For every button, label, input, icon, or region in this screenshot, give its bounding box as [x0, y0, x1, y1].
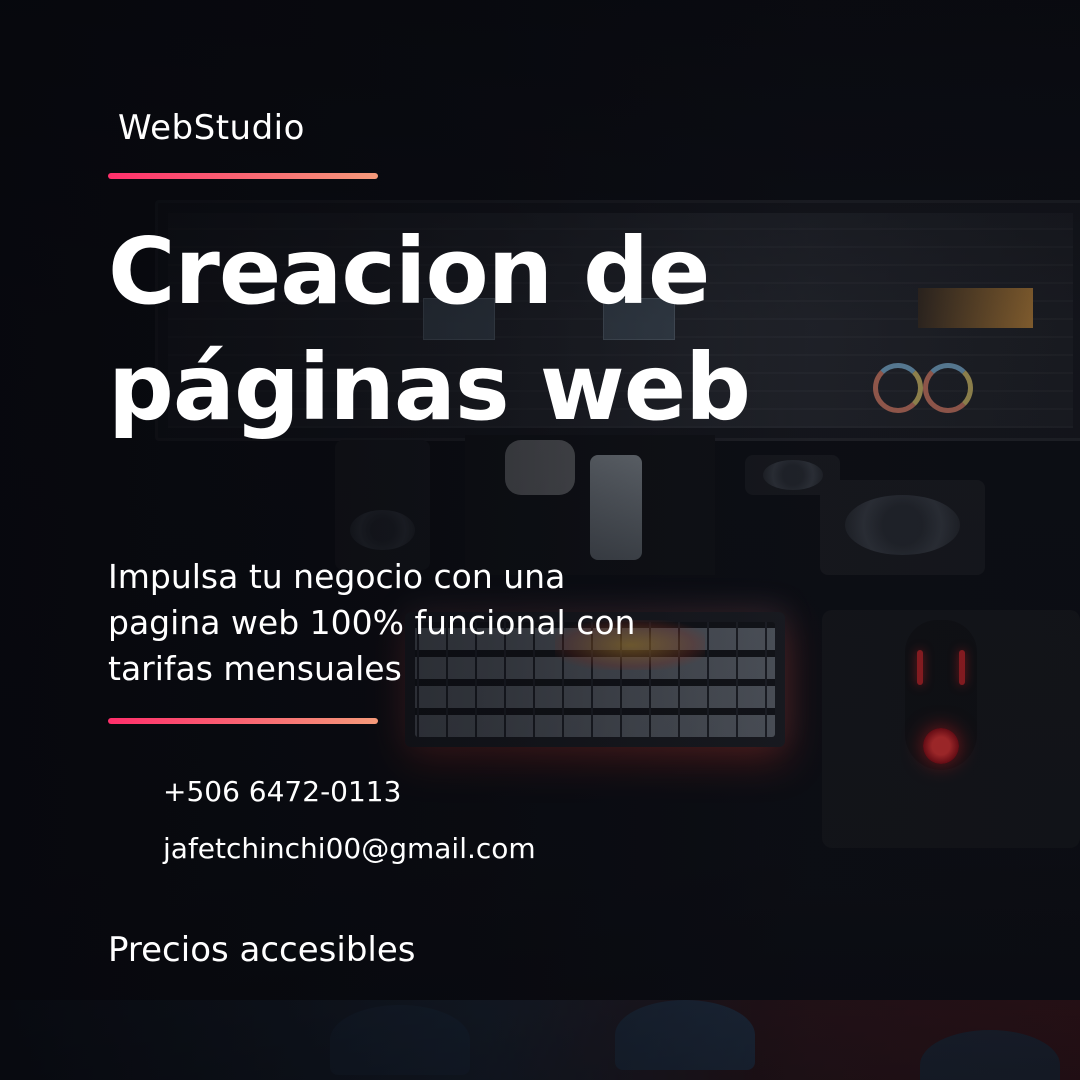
tagline-line: tarifas mensuales — [108, 649, 402, 688]
tagline-line: pagina web 100% funcional con — [108, 603, 636, 642]
headline: Creacion de páginas web — [108, 214, 868, 446]
poster: WebStudio Creacion de páginas web Impuls… — [0, 0, 1080, 1080]
phone-number: +506 6472-0113 — [163, 775, 402, 808]
brand-name: WebStudio — [118, 108, 305, 148]
accent-divider — [108, 718, 378, 724]
tagline-line: Impulsa tu negocio con una — [108, 557, 566, 596]
tagline: Impulsa tu negocio con una pagina web 10… — [108, 554, 688, 692]
accent-divider — [108, 173, 378, 179]
dark-overlay — [0, 0, 1080, 1080]
desk-setup-photo — [0, 0, 1080, 1080]
headline-line: Creacion de — [108, 218, 710, 325]
pricing-note: Precios accesibles — [108, 930, 416, 970]
headline-line: páginas web — [108, 334, 751, 441]
email-address: jafetchinchi00@gmail.com — [163, 832, 536, 865]
